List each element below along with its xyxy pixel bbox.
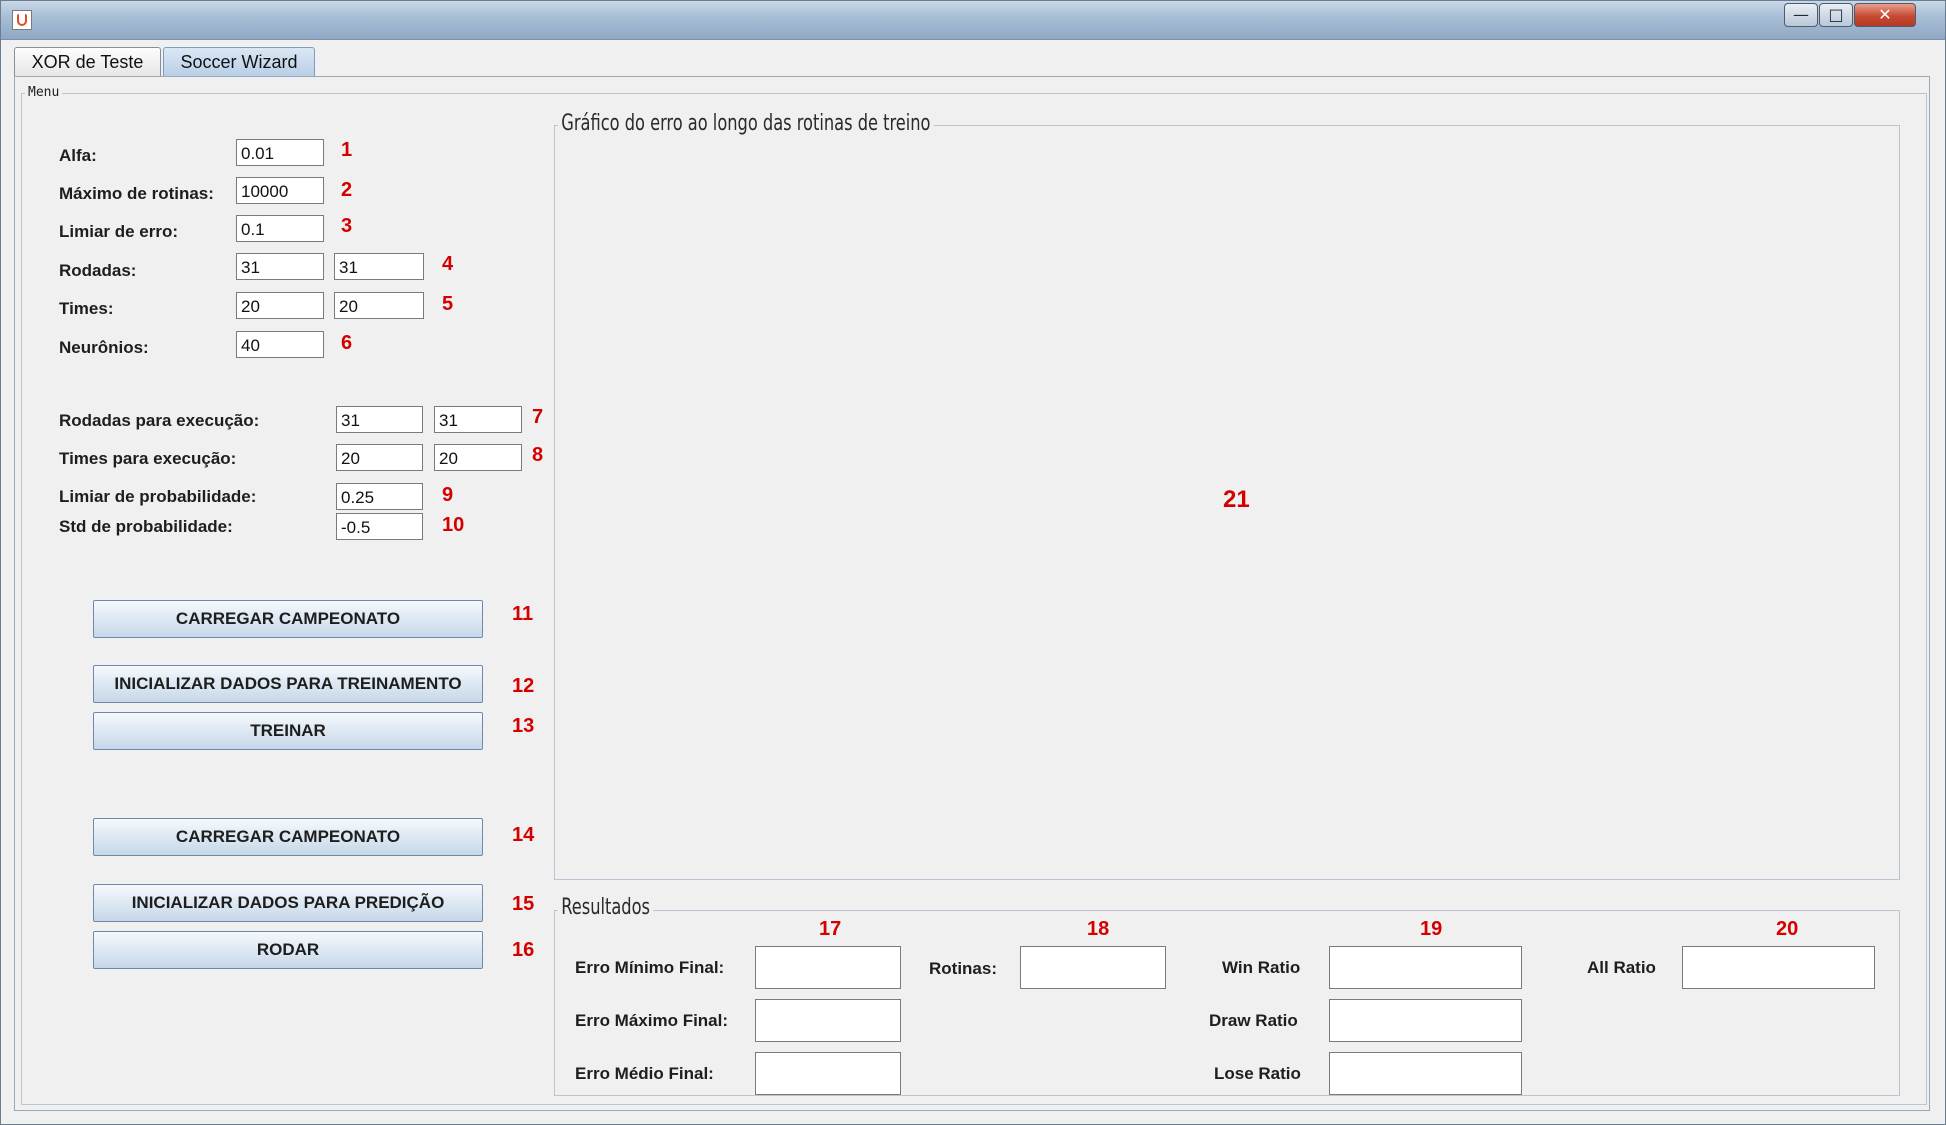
draw-ratio-output[interactable] [1329, 999, 1522, 1042]
neuronios-label: Neurônios: [59, 338, 149, 357]
rodadas-input-2[interactable] [334, 253, 424, 280]
max-rotinas-input[interactable] [236, 177, 324, 204]
marker-1: 1 [341, 139, 353, 161]
rodadas-exec-input-2[interactable] [434, 406, 522, 433]
neuronios-input[interactable] [236, 331, 324, 358]
results-panel-title: Resultados [558, 895, 654, 920]
java-app-icon [12, 10, 32, 30]
win-ratio-label: Win Ratio [1222, 958, 1301, 977]
inicializar-treinamento-button[interactable]: INICIALIZAR DADOS PARA TREINAMENTO [93, 665, 483, 703]
menu-panel-title: Menu [25, 85, 63, 100]
marker-3: 3 [341, 215, 353, 237]
alfa-input[interactable] [236, 139, 324, 166]
erro-maximo-output[interactable] [755, 999, 901, 1042]
std-prob-label: Std de probabilidade: [59, 517, 233, 536]
marker-9: 9 [442, 484, 454, 506]
title-bar: — □ ✕ [1, 1, 1945, 40]
times-exec-input-1[interactable] [336, 444, 423, 471]
marker-20: 20 [1776, 918, 1799, 940]
draw-ratio-label: Draw Ratio [1209, 1011, 1298, 1030]
tab-xor-de-teste[interactable]: XOR de Teste [14, 47, 161, 76]
limiar-erro-input[interactable] [236, 215, 324, 242]
times-input-2[interactable] [334, 292, 424, 319]
win-ratio-output[interactable] [1329, 946, 1522, 989]
erro-medio-label: Erro Médio Final: [575, 1064, 714, 1083]
erro-minimo-label: Erro Mínimo Final: [575, 958, 725, 977]
treinar-button[interactable]: TREINAR [93, 712, 483, 750]
erro-maximo-label: Erro Máximo Final: [575, 1011, 729, 1030]
marker-5: 5 [442, 293, 454, 315]
close-button[interactable]: ✕ [1854, 3, 1916, 27]
marker-6: 6 [341, 332, 353, 354]
marker-17: 17 [819, 918, 842, 940]
inicializar-predicao-button[interactable]: INICIALIZAR DADOS PARA PREDIÇÃO [93, 884, 483, 922]
marker-8: 8 [532, 444, 544, 466]
erro-minimo-output[interactable] [755, 946, 901, 989]
minimize-button[interactable]: — [1784, 3, 1818, 27]
std-prob-input[interactable] [336, 513, 423, 540]
marker-13: 13 [512, 715, 535, 737]
marker-14: 14 [512, 824, 535, 846]
lose-ratio-output[interactable] [1329, 1052, 1522, 1095]
marker-4: 4 [442, 253, 454, 275]
times-input-1[interactable] [236, 292, 324, 319]
marker-7: 7 [532, 406, 544, 428]
lose-ratio-label: Lose Ratio [1214, 1064, 1301, 1083]
rodadas-label: Rodadas: [59, 261, 137, 280]
carregar-campeonato-predicao-button[interactable]: CARREGAR CAMPEONATO [93, 818, 483, 856]
erro-medio-output[interactable] [755, 1052, 901, 1095]
rodar-button[interactable]: RODAR [93, 931, 483, 969]
maximize-button[interactable]: □ [1819, 3, 1853, 27]
limiar-erro-label: Limiar de erro: [59, 222, 179, 241]
alfa-label: Alfa: [59, 146, 97, 165]
marker-10: 10 [442, 514, 465, 536]
limiar-prob-input[interactable] [336, 483, 423, 510]
times-exec-label: Times para execução: [59, 449, 237, 468]
all-ratio-output[interactable] [1682, 946, 1875, 989]
limiar-prob-label: Limiar de probabilidade: [59, 487, 257, 506]
rodadas-exec-input-1[interactable] [336, 406, 423, 433]
rotinas-label: Rotinas: [929, 959, 997, 978]
marker-2: 2 [341, 179, 353, 201]
chart-panel-title: Gráfico do erro ao longo das rotinas de … [558, 111, 934, 136]
marker-18: 18 [1087, 918, 1110, 940]
rodadas-exec-label: Rodadas para execução: [59, 411, 260, 430]
rodadas-input-1[interactable] [236, 253, 324, 280]
app-window: — □ ✕ XOR de Teste Soccer Wizard Menu Al… [0, 0, 1946, 1125]
marker-11: 11 [512, 603, 534, 625]
times-label: Times: [59, 299, 114, 318]
marker-15: 15 [512, 893, 535, 915]
max-rotinas-label: Máximo de rotinas: [59, 184, 214, 203]
rotinas-output[interactable] [1020, 946, 1166, 989]
marker-12: 12 [512, 675, 535, 697]
marker-16: 16 [512, 939, 535, 961]
all-ratio-label: All Ratio [1587, 958, 1656, 977]
marker-21: 21 [1223, 486, 1250, 513]
marker-19: 19 [1420, 918, 1443, 940]
carregar-campeonato-treino-button[interactable]: CARREGAR CAMPEONATO [93, 600, 483, 638]
tab-soccer-wizard[interactable]: Soccer Wizard [163, 47, 315, 76]
times-exec-input-2[interactable] [434, 444, 522, 471]
